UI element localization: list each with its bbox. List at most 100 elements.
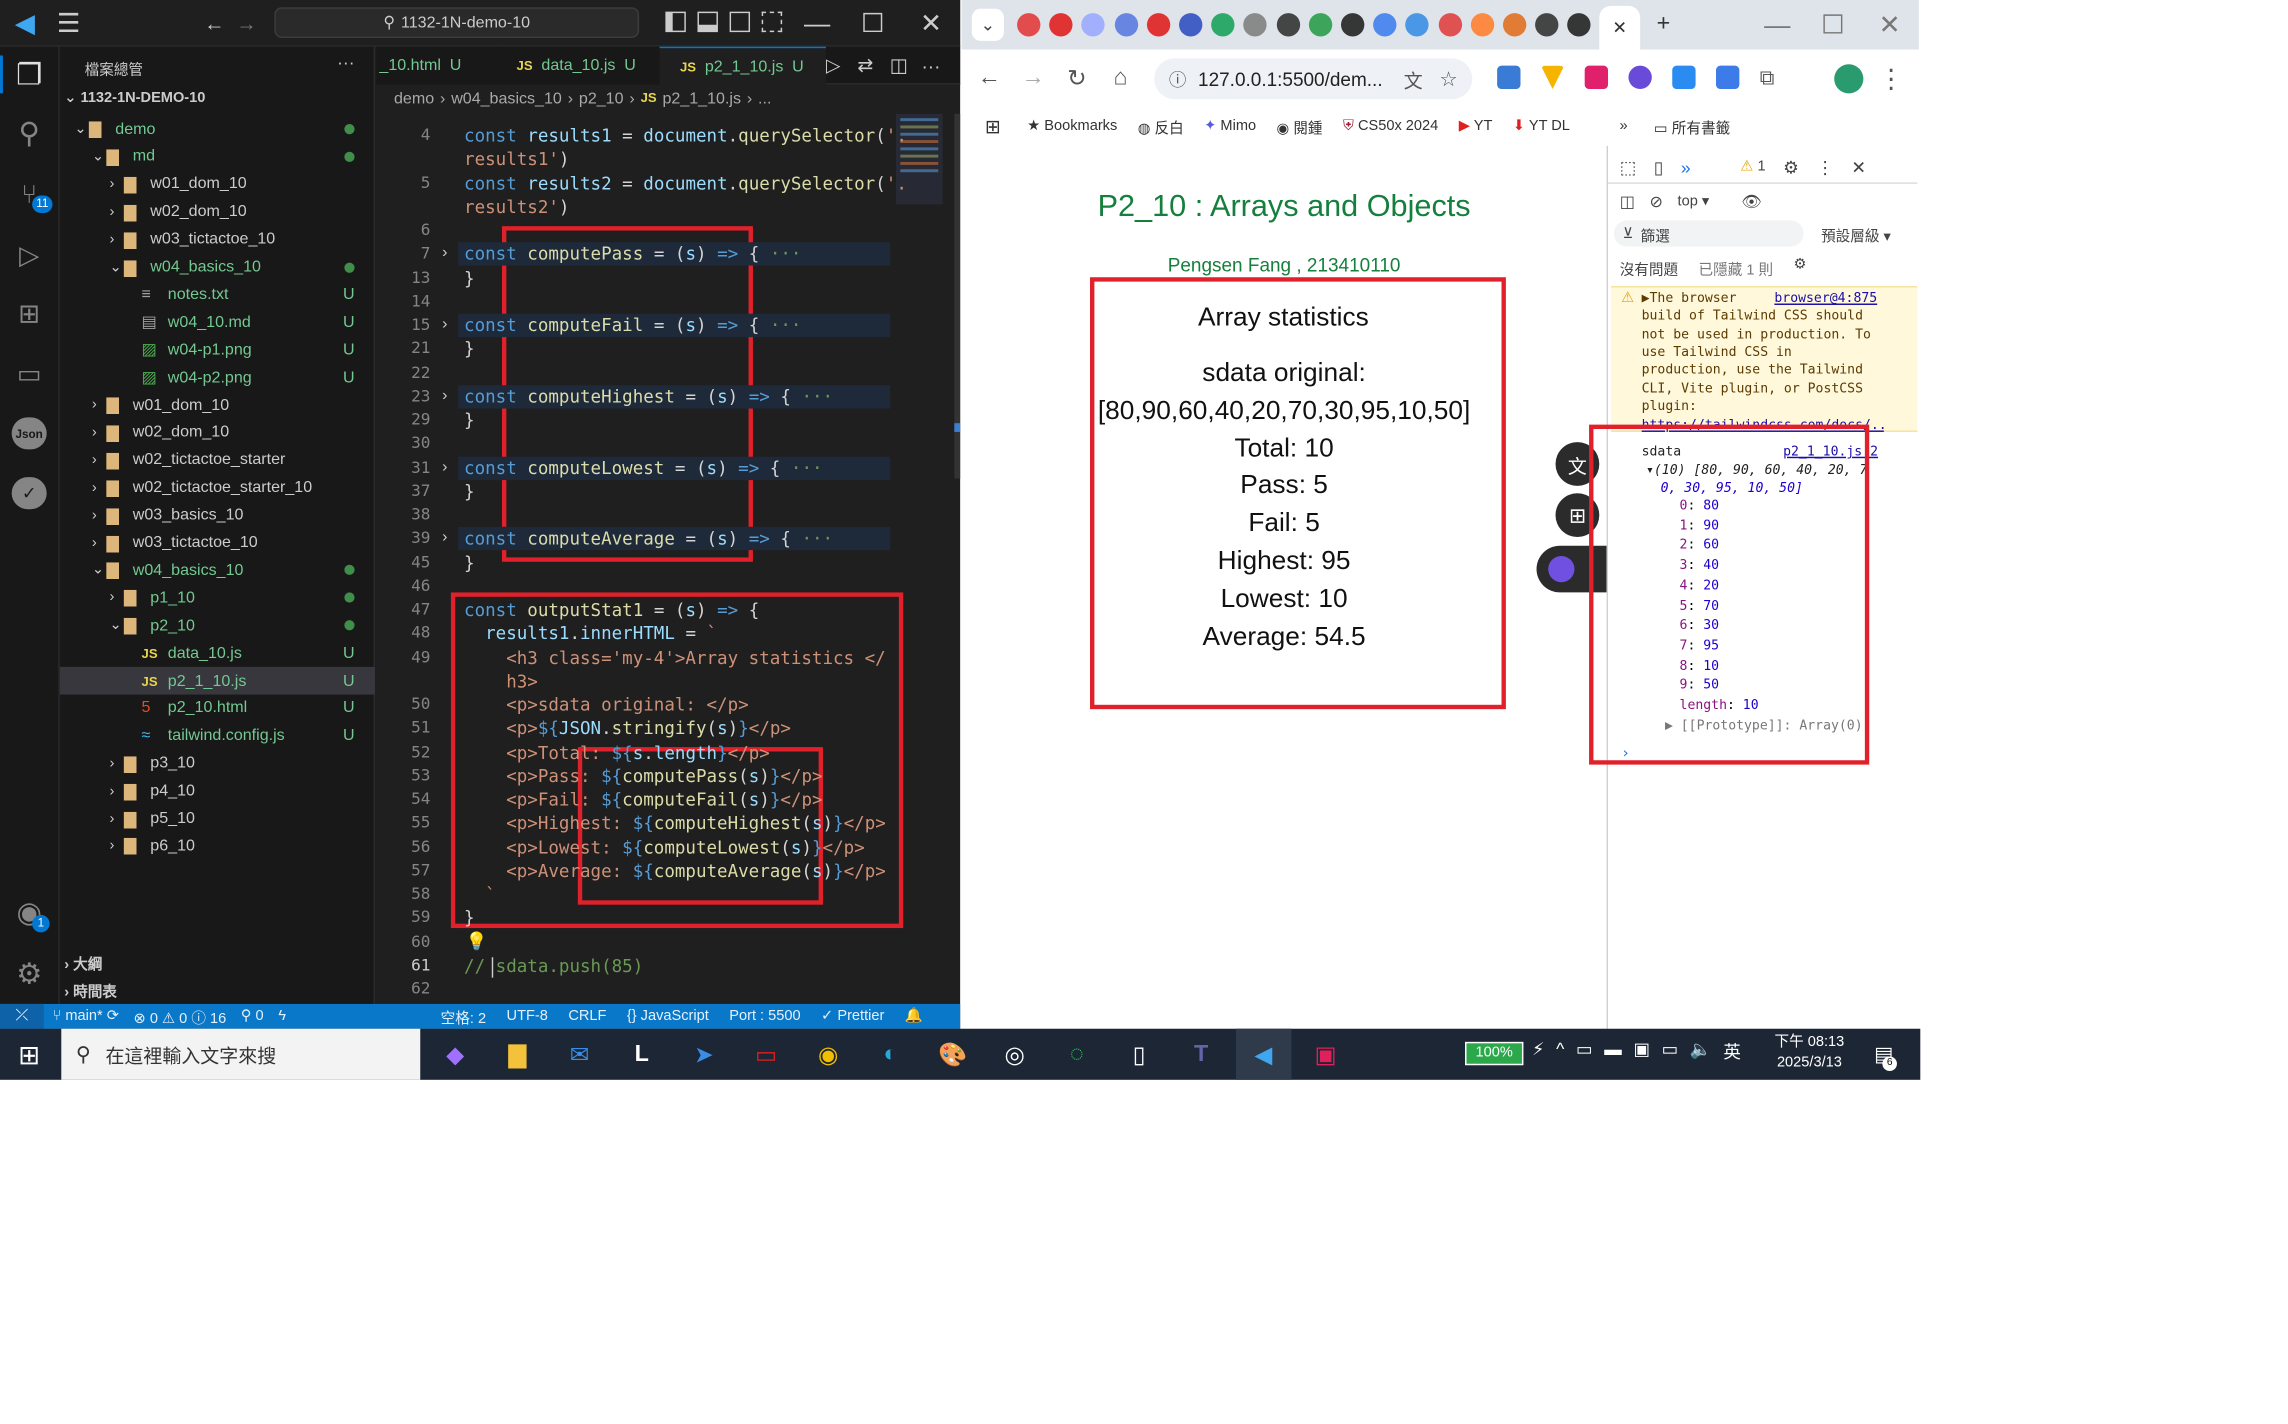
chrome-forward-icon[interactable]: → xyxy=(1019,64,1048,93)
console-settings-icon[interactable]: ⚙ xyxy=(1794,257,1807,279)
breadcrumb-item[interactable]: p2_1_10.js xyxy=(662,90,741,108)
tab-data-10-js[interactable]: JS data_10.js U xyxy=(496,46,660,85)
code-line[interactable]: ` xyxy=(464,884,496,904)
address-bar[interactable]: ⓘ 127.0.0.1:5500/dem... 文 ☆ xyxy=(1154,58,1473,100)
extension-icon[interactable] xyxy=(1672,65,1696,90)
search-activity-icon[interactable]: ⚲ xyxy=(9,114,50,152)
arrow-app-icon[interactable]: ➤ xyxy=(676,1029,731,1080)
tab--10-html[interactable]: _10.html U xyxy=(376,46,497,85)
teams-icon[interactable]: T xyxy=(1173,1029,1228,1080)
code-line[interactable]: const computeAverage = (s) => { ··· xyxy=(464,529,833,549)
code-line[interactable]: h3> xyxy=(464,671,538,691)
warning-count[interactable]: ⚠ 1 xyxy=(1740,159,1765,175)
bookmark-item[interactable]: ◍ 反白 xyxy=(1138,115,1184,137)
prettier-status[interactable]: ✓ Prettier xyxy=(821,1008,884,1024)
code-line[interactable]: <p>Highest: ${computeHighest(s)}</p> xyxy=(464,813,886,833)
device-toolbar-icon[interactable]: ▯ xyxy=(1654,157,1664,177)
copilot-icon[interactable]: ◆ xyxy=(428,1029,483,1080)
code-line[interactable]: results1.innerHTML = ` xyxy=(464,623,717,643)
tree-item[interactable]: ⌄ ▇ w04_basics_10 xyxy=(60,557,375,585)
code-line[interactable]: } xyxy=(464,908,475,928)
bell-icon[interactable]: 🔔 xyxy=(905,1008,923,1024)
code-line[interactable]: } xyxy=(464,481,475,501)
paint-icon[interactable]: 🎨 xyxy=(925,1029,980,1080)
mail-icon[interactable]: ✉ xyxy=(552,1029,607,1080)
code-line[interactable]: <p>Average: ${computeAverage(s)}</p> xyxy=(464,861,886,881)
ime-indicator[interactable]: 英 xyxy=(1723,1039,1741,1064)
devtools-more-icon[interactable]: ⋮ xyxy=(1816,157,1834,177)
json-icon[interactable]: Json xyxy=(11,417,47,450)
bookmark-item[interactable]: ▶ YT xyxy=(1459,118,1493,134)
lightbulb-icon[interactable]: 💡 xyxy=(465,931,487,951)
context-select[interactable]: top ▾ xyxy=(1678,193,1710,209)
chrome-back-icon[interactable]: ← xyxy=(975,64,1004,93)
code-line[interactable]: const results2 = document.querySelector(… xyxy=(464,173,907,193)
extension-icon[interactable] xyxy=(1628,65,1652,90)
minimize-icon[interactable]: — xyxy=(800,8,835,38)
more-bookmarks-icon[interactable]: » xyxy=(1620,118,1628,134)
tab-search-icon[interactable]: ⌄ xyxy=(971,8,1004,41)
code-line[interactable]: } xyxy=(464,268,475,288)
tree-item[interactable]: › ▇ p3_10 xyxy=(60,750,375,778)
extension-icon[interactable] xyxy=(1716,65,1740,90)
breadcrumb-item[interactable]: demo xyxy=(394,90,434,108)
pinned-tab-favicon[interactable] xyxy=(1341,13,1365,37)
code-line[interactable]: results1') xyxy=(464,149,569,169)
code-line[interactable]: const computeLowest = (s) => { ··· xyxy=(464,457,823,477)
remote-explorer-icon[interactable]: ▭ xyxy=(9,355,50,393)
translate-icon[interactable]: 文 xyxy=(1404,65,1423,93)
file-explorer-icon[interactable]: ▇ xyxy=(490,1029,545,1080)
tree-item[interactable]: › ▇ w03_tictactoe_10 xyxy=(60,529,375,557)
tree-item[interactable]: ▨ w04-p2.png U xyxy=(60,363,375,391)
code-line[interactable]: const outputStat1 = (s) => { xyxy=(464,600,759,620)
fold-chevron-icon[interactable]: › xyxy=(442,529,447,547)
tray-overflow-icon[interactable]: ^ xyxy=(1556,1039,1564,1064)
home-icon[interactable]: ⌂ xyxy=(1106,64,1135,93)
windows-start-icon[interactable]: ⊞ xyxy=(9,1036,50,1074)
indent-status[interactable]: 空格: 2 xyxy=(441,1005,486,1027)
code-line[interactable]: const computeFail = (s) => { ··· xyxy=(464,315,801,335)
remote-indicator[interactable]: ⤫ xyxy=(0,1003,44,1029)
fold-chevron-icon[interactable]: › xyxy=(442,386,447,404)
devtools-close-icon[interactable]: ✕ xyxy=(1851,157,1866,177)
loading-app-icon[interactable]: ◌ xyxy=(1049,1029,1104,1080)
ports-status[interactable]: ⚲ 0 xyxy=(241,1008,264,1024)
breadcrumb-item[interactable]: p2_10 xyxy=(579,90,624,108)
l-app-icon[interactable]: L xyxy=(614,1029,669,1080)
battery-indicator[interactable]: 100% xyxy=(1465,1041,1524,1066)
pycharm-icon[interactable]: ▣ xyxy=(1298,1029,1353,1080)
customize-layout-icon[interactable] xyxy=(761,11,783,33)
tree-item[interactable]: › ▇ w01_dom_10 xyxy=(60,170,375,198)
taskbar-search[interactable]: ⚲ 在這裡輸入文字來搜 xyxy=(61,1028,421,1080)
language-status[interactable]: {} JavaScript xyxy=(627,1008,709,1024)
pinned-tab-favicon[interactable] xyxy=(1308,13,1332,37)
vscode-taskbar-icon[interactable]: ◀ xyxy=(1235,1028,1292,1080)
tree-item[interactable]: JS p2_1_10.js U xyxy=(59,666,376,695)
extensions-icon[interactable]: ⊞ xyxy=(9,295,50,333)
new-tab-icon[interactable]: + xyxy=(1649,10,1678,39)
breadcrumb-item[interactable]: ... xyxy=(758,90,771,108)
bookmark-item[interactable]: ⬇ YT DL xyxy=(1513,118,1570,134)
pinned-tab-favicon[interactable] xyxy=(1470,13,1494,37)
panel-toggle-icon[interactable] xyxy=(697,11,718,33)
tree-item[interactable]: ⌄ ▇ p2_10 xyxy=(60,612,375,640)
tree-item[interactable]: › ▇ p1_10 xyxy=(60,584,375,612)
split-editor-icon[interactable]: ◫ xyxy=(887,53,910,79)
tree-item[interactable]: › ▇ w03_basics_10 xyxy=(60,501,375,529)
code-line[interactable]: const results1 = document.querySelector(… xyxy=(464,125,907,145)
edge-icon[interactable]: ◐ xyxy=(863,1029,918,1080)
tree-item[interactable]: JS data_10.js U xyxy=(60,639,375,667)
all-bookmarks[interactable]: ▭ 所有書籤 xyxy=(1654,115,1730,137)
tree-item[interactable]: › ▇ w03_tictactoe_10 xyxy=(60,226,375,254)
liveshare-icon[interactable]: ✓ xyxy=(11,477,47,510)
explorer-icon[interactable]: ❐ xyxy=(9,55,50,93)
tray-app-icon[interactable]: ▣ xyxy=(1633,1039,1650,1064)
tree-item[interactable]: › ▇ w02_dom_10 xyxy=(60,198,375,226)
tab-close-icon[interactable]: ✕ xyxy=(1612,18,1627,38)
code-line[interactable]: // sdata.push(85) xyxy=(464,955,643,975)
problems-status[interactable]: ⊗ 0 ⚠ 0 ⓘ 16 xyxy=(134,1005,227,1027)
code-line[interactable]: <p>sdata original: </p> xyxy=(464,695,749,715)
eol-status[interactable]: CRLF xyxy=(568,1008,606,1024)
volume-icon[interactable]: 🔈 xyxy=(1690,1039,1712,1064)
code-line[interactable]: <h3 class='my-4'>Array statistics </ xyxy=(464,647,886,667)
